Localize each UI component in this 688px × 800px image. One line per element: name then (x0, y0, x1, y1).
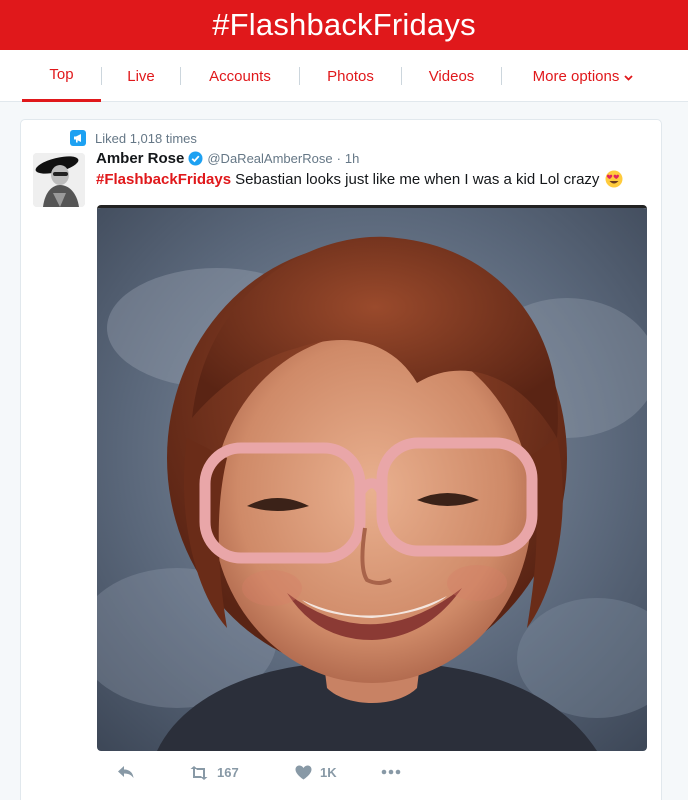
tab-photos-label: Photos (327, 67, 374, 85)
tab-accounts-label: Accounts (209, 67, 271, 85)
author-handle[interactable]: @DaRealAmberRose (207, 151, 332, 166)
separator-dot: · (336, 151, 341, 166)
retweet-icon (190, 765, 208, 780)
hashtag-link[interactable]: #FlashbackFridays (96, 171, 231, 188)
tab-videos[interactable]: Videos (402, 50, 501, 102)
more-button[interactable] (381, 769, 409, 775)
child-portrait-image (97, 208, 647, 751)
tab-live[interactable]: Live (102, 50, 180, 102)
heart-eyes-emoji-icon (605, 170, 623, 188)
retweet-button[interactable]: 167 (189, 765, 239, 780)
tweet-context: Liked 1,018 times (70, 130, 197, 146)
tweet-header: Amber Rose @DaRealAmberRose · 1h (96, 150, 359, 167)
like-button[interactable]: 1K (295, 765, 337, 780)
verified-badge-icon (188, 151, 203, 166)
page-title: #FlashbackFridays (212, 7, 476, 42)
tweet-photo[interactable] (97, 205, 647, 751)
author-name[interactable]: Amber Rose (96, 150, 184, 167)
tab-more-options-label: More options (532, 67, 620, 85)
tab-photos[interactable]: Photos (300, 50, 401, 102)
tweet-card[interactable]: Liked 1,018 times Amber Rose @DaRealAmbe… (20, 119, 662, 800)
tweet-timestamp[interactable]: 1h (345, 151, 359, 166)
tab-more-options[interactable]: More options (502, 50, 664, 102)
megaphone-icon (70, 130, 86, 146)
reply-icon (118, 766, 134, 778)
retweet-count: 167 (217, 765, 239, 780)
tab-live-label: Live (127, 67, 155, 85)
search-tabs: Top Live Accounts Photos Videos More opt… (0, 50, 688, 102)
tab-top-label: Top (49, 66, 74, 83)
tweet-text: #FlashbackFridays Sebastian looks just l… (96, 170, 623, 188)
search-header-banner: #FlashbackFridays (0, 0, 688, 50)
tab-accounts[interactable]: Accounts (181, 50, 299, 102)
avatar[interactable] (33, 153, 85, 207)
chevron-down-icon (624, 68, 633, 85)
tweet-actions: 167 1K (97, 765, 647, 787)
heart-icon (295, 765, 312, 780)
tweet-body: Sebastian looks just like me when I was … (235, 170, 600, 188)
context-label: Liked 1,018 times (95, 130, 197, 146)
reply-button[interactable] (117, 765, 143, 779)
tab-top[interactable]: Top (22, 50, 101, 102)
more-icon (381, 769, 401, 775)
like-count: 1K (320, 765, 337, 780)
tab-videos-label: Videos (428, 67, 475, 85)
